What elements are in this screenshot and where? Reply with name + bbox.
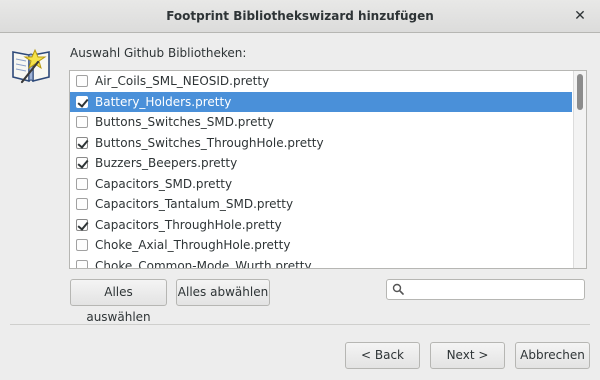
- item-checkbox[interactable]: [76, 95, 88, 108]
- item-label: Buzzers_Beepers.pretty: [95, 156, 238, 170]
- item-label: Air_Coils_SML_NEOSID.pretty: [95, 74, 270, 88]
- item-label: Capacitors_Tantalum_SMD.pretty: [95, 197, 294, 211]
- list-item[interactable]: Battery_Holders.pretty: [70, 91, 572, 112]
- item-checkbox[interactable]: [76, 157, 88, 169]
- list-scrollbar[interactable]: [573, 71, 586, 268]
- library-rows: Air_Coils_SML_NEOSID.pretty Battery_Holde…: [70, 71, 572, 269]
- item-label: Capacitors_SMD.pretty: [95, 176, 233, 191]
- search-icon: [392, 283, 404, 295]
- item-label: Battery_Holders.pretty: [95, 94, 232, 109]
- item-label: Buttons_Switches_ThroughHole.pretty: [95, 135, 324, 150]
- item-checkbox[interactable]: [76, 136, 88, 149]
- footer-divider: [10, 324, 590, 325]
- item-checkbox[interactable]: [76, 239, 88, 251]
- search-field[interactable]: [386, 279, 585, 300]
- back-button[interactable]: < Back: [345, 342, 420, 369]
- cancel-button[interactable]: Abbrechen: [515, 342, 590, 369]
- item-label: Capacitors_ThroughHole.pretty: [95, 217, 282, 232]
- next-button[interactable]: Next >: [430, 342, 505, 369]
- scrollbar-thumb[interactable]: [577, 74, 583, 110]
- item-checkbox[interactable]: [76, 75, 88, 87]
- item-label: Buttons_Switches_SMD.pretty: [95, 115, 274, 129]
- item-label: Choke_Common-Mode_Wurth.pretty: [95, 258, 312, 269]
- item-label: Choke_Axial_ThroughHole.pretty: [95, 238, 291, 252]
- list-item[interactable]: Buttons_Switches_ThroughHole.pretty: [70, 133, 572, 154]
- list-item[interactable]: Air_Coils_SML_NEOSID.pretty: [70, 71, 572, 92]
- list-item[interactable]: Capacitors_SMD.pretty: [70, 174, 572, 195]
- library-list[interactable]: Air_Coils_SML_NEOSID.pretty Battery_Holde…: [69, 70, 587, 269]
- search-input[interactable]: [409, 281, 579, 298]
- list-item[interactable]: Choke_Axial_ThroughHole.pretty: [70, 235, 572, 256]
- list-item[interactable]: Capacitors_Tantalum_SMD.pretty: [70, 194, 572, 215]
- window-title: Footprint Bibliothekswizard hinzufügen: [166, 9, 434, 23]
- item-checkbox[interactable]: [76, 259, 88, 268]
- list-item[interactable]: Buttons_Switches_SMD.pretty: [70, 112, 572, 133]
- item-checkbox[interactable]: [76, 116, 88, 128]
- deselect-all-button[interactable]: Alles abwählen: [176, 279, 270, 306]
- list-label: Auswahl Github Bibliotheken:: [70, 46, 247, 60]
- select-all-button[interactable]: Alles auswählen: [70, 279, 167, 324]
- item-checkbox[interactable]: [76, 198, 88, 210]
- book-wizard-icon: [12, 48, 50, 84]
- list-item[interactable]: Choke_Common-Mode_Wurth.pretty: [70, 256, 572, 269]
- close-icon: ✕: [574, 8, 586, 24]
- item-checkbox[interactable]: [76, 218, 88, 231]
- list-item[interactable]: Buzzers_Beepers.pretty: [70, 153, 572, 174]
- title-bar: Footprint Bibliothekswizard hinzufügen ✕: [0, 0, 600, 33]
- close-button[interactable]: ✕: [570, 6, 590, 26]
- item-checkbox[interactable]: [76, 177, 88, 190]
- list-item[interactable]: Capacitors_ThroughHole.pretty: [70, 215, 572, 236]
